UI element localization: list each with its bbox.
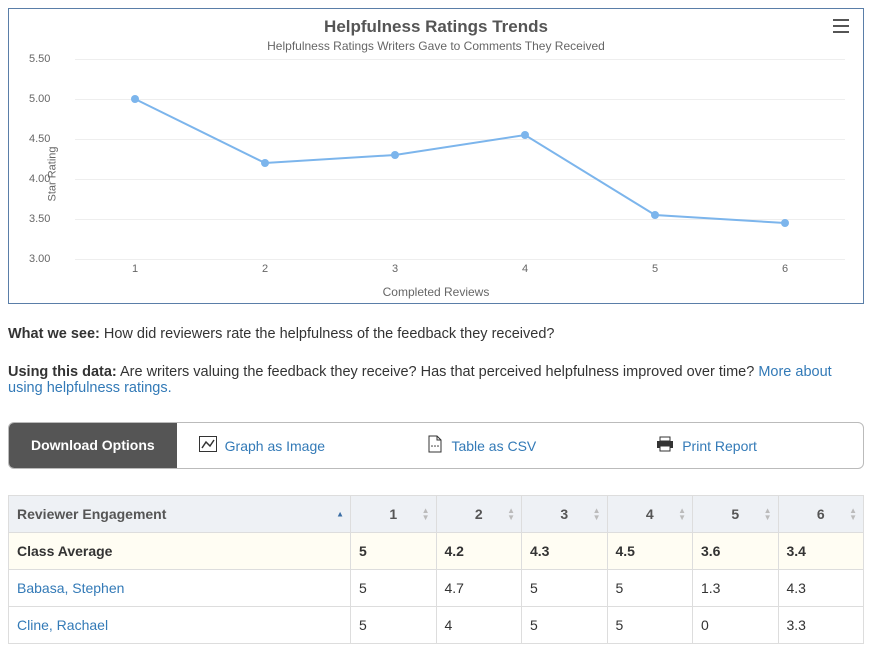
row-name[interactable]: Babasa, Stephen bbox=[9, 570, 351, 607]
data-point[interactable] bbox=[651, 211, 659, 219]
chart-title: Helpfulness Ratings Trends bbox=[17, 17, 855, 37]
row-name[interactable]: Cline, Rachael bbox=[9, 607, 351, 644]
graph-as-image-button[interactable]: Graph as Image bbox=[177, 423, 406, 468]
what-we-see-text: What we see: How did reviewers rate the … bbox=[8, 326, 864, 342]
using-this-data-label: Using this data: bbox=[8, 364, 117, 380]
cell: 5 bbox=[522, 570, 608, 607]
y-tick: 5.50 bbox=[29, 53, 50, 65]
x-tick: 2 bbox=[262, 263, 268, 275]
table-row: Cline, Rachael545503.3 bbox=[9, 607, 864, 644]
x-tick: 4 bbox=[522, 263, 528, 275]
cell: 5 bbox=[607, 570, 693, 607]
cell: 5 bbox=[607, 607, 693, 644]
chart-plot-area: Star Rating 3.003.504.004.505.005.50 123… bbox=[57, 59, 845, 289]
cell: 4.7 bbox=[436, 570, 522, 607]
chart-icon bbox=[199, 436, 217, 455]
table-as-csv-button[interactable]: Table as CSV bbox=[405, 423, 634, 468]
cell: 0 bbox=[693, 607, 779, 644]
y-tick: 3.50 bbox=[29, 213, 50, 225]
using-this-data-text: Using this data: Are writers valuing the… bbox=[8, 364, 864, 396]
col-header[interactable]: 2▲▼ bbox=[436, 496, 522, 533]
what-we-see-label: What we see: bbox=[8, 326, 100, 342]
chart-subtitle: Helpfulness Ratings Writers Gave to Comm… bbox=[17, 39, 855, 53]
col-header[interactable]: 3▲▼ bbox=[522, 496, 608, 533]
table-row: Class Average54.24.34.53.63.4 bbox=[9, 533, 864, 570]
x-tick: 3 bbox=[392, 263, 398, 275]
cell: 3.6 bbox=[693, 533, 779, 570]
data-point[interactable] bbox=[131, 95, 139, 103]
data-point[interactable] bbox=[521, 131, 529, 139]
cell: 3.3 bbox=[778, 607, 864, 644]
x-tick: 5 bbox=[652, 263, 658, 275]
data-point[interactable] bbox=[391, 151, 399, 159]
download-options-label: Download Options bbox=[9, 423, 177, 468]
file-icon bbox=[427, 435, 443, 456]
x-tick: 6 bbox=[782, 263, 788, 275]
chart-container: Helpfulness Ratings Trends Helpfulness R… bbox=[8, 8, 864, 304]
col-header[interactable]: 6▲▼ bbox=[778, 496, 864, 533]
cell: 4 bbox=[436, 607, 522, 644]
y-tick: 4.00 bbox=[29, 173, 50, 185]
chart-menu-icon[interactable] bbox=[833, 19, 849, 36]
col-header[interactable]: 4▲▼ bbox=[607, 496, 693, 533]
print-icon bbox=[656, 436, 674, 455]
y-tick: 4.50 bbox=[29, 133, 50, 145]
cell: 5 bbox=[522, 607, 608, 644]
cell: 5 bbox=[351, 533, 437, 570]
col-header-reviewer[interactable]: Reviewer Engagement▲ bbox=[9, 496, 351, 533]
cell: 4.5 bbox=[607, 533, 693, 570]
x-tick: 1 bbox=[132, 263, 138, 275]
row-name: Class Average bbox=[9, 533, 351, 570]
cell: 4.3 bbox=[522, 533, 608, 570]
y-tick: 5.00 bbox=[29, 93, 50, 105]
download-toolbar: Download Options Graph as Image Table as… bbox=[8, 422, 864, 469]
col-header[interactable]: 1▲▼ bbox=[351, 496, 437, 533]
y-tick: 3.00 bbox=[29, 253, 50, 265]
cell: 5 bbox=[351, 570, 437, 607]
data-point[interactable] bbox=[261, 159, 269, 167]
cell: 1.3 bbox=[693, 570, 779, 607]
cell: 5 bbox=[351, 607, 437, 644]
cell: 3.4 bbox=[778, 533, 864, 570]
cell: 4.3 bbox=[778, 570, 864, 607]
engagement-table: Reviewer Engagement▲1▲▼2▲▼3▲▼4▲▼5▲▼6▲▼ C… bbox=[8, 495, 864, 644]
print-report-button[interactable]: Print Report bbox=[634, 423, 863, 468]
chart-line bbox=[75, 59, 845, 259]
table-row: Babasa, Stephen54.7551.34.3 bbox=[9, 570, 864, 607]
col-header[interactable]: 5▲▼ bbox=[693, 496, 779, 533]
cell: 4.2 bbox=[436, 533, 522, 570]
gridline bbox=[75, 259, 845, 260]
data-point[interactable] bbox=[781, 219, 789, 227]
